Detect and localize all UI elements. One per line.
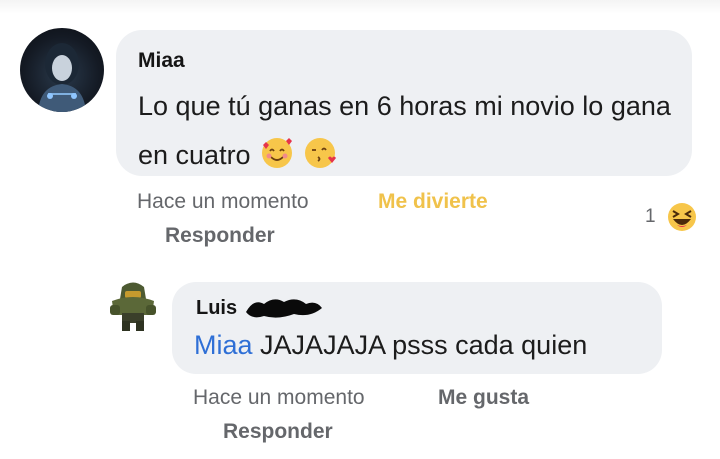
avatar[interactable] <box>20 28 104 112</box>
reply-button[interactable]: Responder <box>223 420 333 444</box>
comment-author[interactable]: Miaa <box>138 49 185 73</box>
smiling-face-with-hearts-icon <box>262 138 293 168</box>
comment-text-body: JAJAJAJA psss cada quien <box>260 330 588 360</box>
comment-text-body: Lo que tú ganas en 6 horas mi novio lo g… <box>138 91 671 170</box>
reaction-button[interactable]: Me divierte <box>378 190 488 214</box>
top-divider <box>0 0 720 14</box>
comment-text: Lo que tú ganas en 6 horas mi novio lo g… <box>138 82 678 180</box>
comment-timestamp[interactable]: Hace un momento <box>193 386 365 410</box>
reaction-count[interactable]: 1 <box>645 206 656 228</box>
face-blowing-kiss-icon <box>304 138 336 168</box>
comment-author[interactable]: Luis <box>196 297 237 320</box>
comment-text: Miaa JAJAJAJA psss cada quien <box>194 330 587 361</box>
mention-link[interactable]: Miaa <box>194 330 253 360</box>
reply-button[interactable]: Responder <box>165 224 275 248</box>
haha-reaction-icon[interactable] <box>665 200 699 234</box>
redaction-scribble <box>246 299 322 318</box>
comment-timestamp[interactable]: Hace un momento <box>137 190 309 214</box>
avatar[interactable] <box>108 279 158 331</box>
like-button[interactable]: Me gusta <box>438 386 529 410</box>
